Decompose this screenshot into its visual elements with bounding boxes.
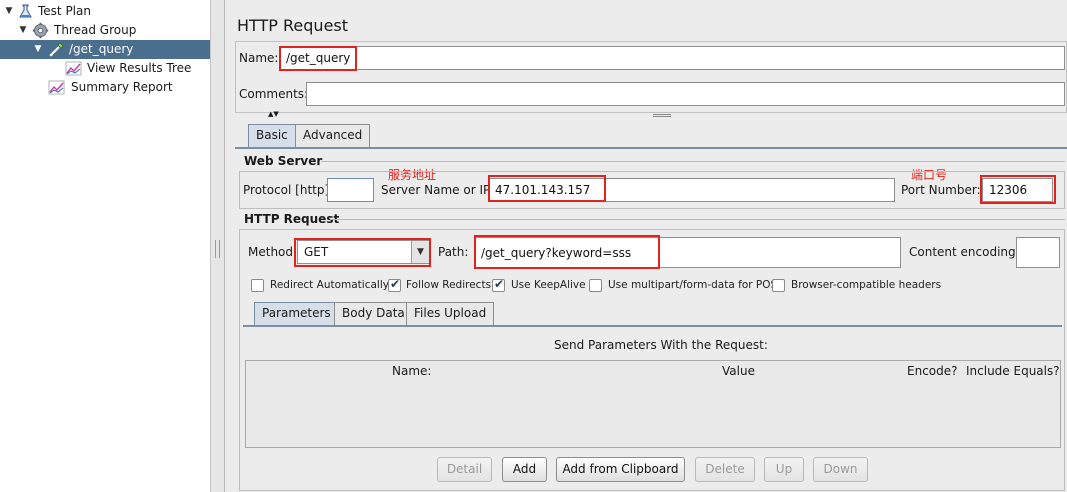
splitter-grip-icon[interactable] [215, 240, 220, 258]
content-encoding-input[interactable] [1016, 237, 1060, 268]
parameters-table[interactable]: Name: Value Encode? Include Equals? [245, 360, 1061, 448]
checkbox-label: Follow Redirects [406, 279, 492, 291]
tree-node-get-query[interactable]: ▼ /get_query [0, 40, 210, 59]
chart-icon [65, 61, 82, 76]
section-divider[interactable]: ▲▼ [235, 110, 1067, 118]
column-header-value[interactable]: Value [722, 364, 755, 378]
pipette-icon [49, 42, 64, 57]
expand-arrows-icon[interactable]: ▲▼ [268, 110, 279, 118]
down-button[interactable]: Down [813, 457, 868, 482]
checkbox-multipart[interactable] [589, 279, 602, 292]
flask-icon [19, 4, 32, 18]
checkbox-browser-compatible[interactable] [772, 279, 785, 292]
protocol-input[interactable] [327, 178, 374, 202]
chart-icon [48, 80, 65, 95]
tree-label-test-plan: Test Plan [38, 4, 91, 18]
dropdown-arrow-icon[interactable]: ▼ [411, 241, 429, 263]
pane-splitter[interactable] [211, 0, 225, 492]
name-input[interactable] [279, 46, 1065, 70]
http-request-panel: HTTP Request Name: Comments: ▲▼ Basic Ad… [226, 0, 1067, 492]
collapse-arrow-icon[interactable]: ▼ [17, 21, 29, 40]
checkbox-label: Redirect Automatically [270, 279, 389, 291]
checkbox-label: Browser-compatible headers [791, 279, 942, 291]
add-button[interactable]: Add [502, 457, 547, 482]
comments-label: Comments: [239, 87, 309, 101]
collapse-arrow-icon[interactable]: ▼ [32, 40, 44, 59]
panel-title: HTTP Request [237, 16, 349, 35]
name-label: Name: [239, 51, 279, 65]
column-header-include-equals[interactable]: Include Equals? [966, 364, 1060, 378]
server-label: Server Name or IP: [381, 183, 495, 197]
method-select[interactable]: GET ▼ [297, 240, 430, 264]
column-header-name[interactable]: Name: [392, 364, 431, 378]
tree-label-summary-report: Summary Report [71, 80, 173, 94]
tree-label-get-query: /get_query [69, 42, 134, 56]
tab-advanced[interactable]: Advanced [295, 124, 371, 147]
params-caption: Send Parameters With the Request: [554, 338, 768, 352]
tab-body-data[interactable]: Body Data [334, 302, 413, 325]
tree-label-thread-group: Thread Group [54, 23, 137, 37]
server-input[interactable] [488, 178, 895, 202]
checkbox-label: Use multipart/form-data for POST [608, 279, 784, 291]
checkbox-follow-redirects[interactable] [388, 277, 401, 292]
web-server-heading: Web Server [244, 154, 323, 168]
tab-underline [243, 325, 1062, 327]
column-header-encode[interactable]: Encode? [907, 364, 958, 378]
tree-node-summary-report[interactable]: Summary Report [0, 78, 210, 97]
add-from-clipboard-button[interactable]: Add from Clipboard [556, 457, 685, 482]
divider-grip-icon[interactable] [653, 114, 671, 117]
delete-button[interactable]: Delete [695, 457, 755, 482]
tree-label-view-results-tree: View Results Tree [87, 61, 192, 75]
protocol-label: Protocol [http]: [243, 183, 334, 197]
checkbox-redirect-automatically[interactable] [251, 279, 264, 292]
method-label: Method: [248, 245, 298, 259]
collapse-arrow-icon[interactable]: ▼ [3, 2, 15, 21]
comments-input[interactable] [306, 82, 1065, 106]
tree-node-thread-group[interactable]: ▼ Thread Group [0, 21, 210, 40]
tab-parameters[interactable]: Parameters [254, 302, 339, 325]
tab-files-upload[interactable]: Files Upload [406, 302, 495, 325]
checkbox-label: Use KeepAlive [511, 279, 586, 291]
separator [330, 219, 1065, 220]
content-encoding-label: Content encoding: [909, 245, 1020, 259]
tree-node-test-plan[interactable]: ▼ Test Plan [0, 2, 210, 21]
test-plan-tree: ▼ Test Plan ▼ Thread Group ▼ /get_query [0, 0, 211, 492]
up-button[interactable]: Up [764, 457, 804, 482]
port-label: Port Number: [901, 183, 981, 197]
port-input[interactable] [982, 178, 1053, 202]
method-value: GET [304, 245, 329, 259]
tab-underline [235, 147, 1067, 149]
path-label: Path: [438, 245, 469, 259]
checkbox-use-keepalive[interactable] [492, 277, 505, 292]
tab-basic[interactable]: Basic [248, 124, 296, 147]
gear-icon [32, 22, 49, 39]
path-input[interactable] [474, 237, 901, 268]
separator [321, 161, 1065, 162]
tree-node-view-results-tree[interactable]: View Results Tree [0, 59, 210, 78]
http-request-heading: HTTP Request [244, 212, 340, 226]
detail-button[interactable]: Detail [437, 457, 492, 482]
